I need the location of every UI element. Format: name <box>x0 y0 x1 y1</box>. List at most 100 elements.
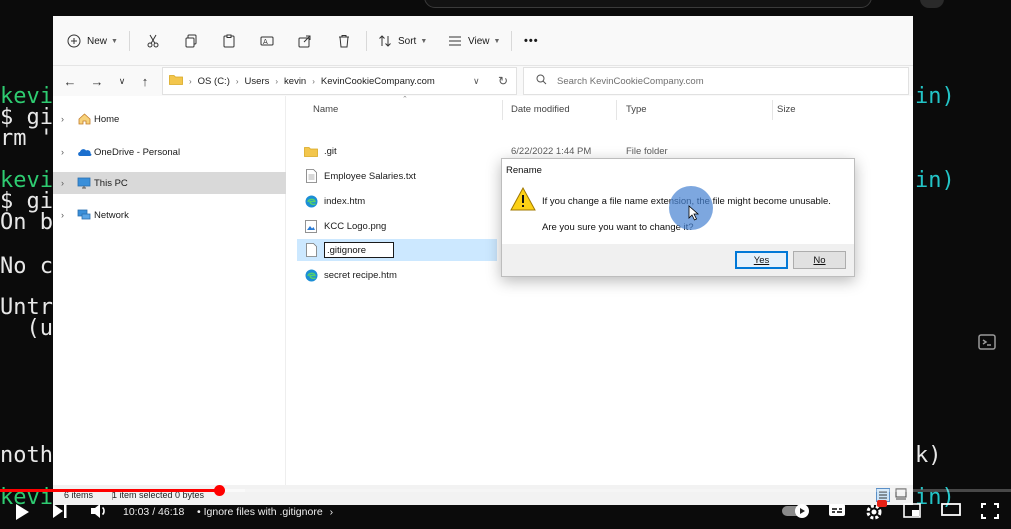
terminal-fragment: k) <box>915 443 942 468</box>
file-list: Name ⌃ Date modified Type Size .git 6/22… <box>287 96 913 485</box>
copy-icon <box>184 34 198 48</box>
recent-chevron-icon[interactable]: ∨ <box>114 73 130 89</box>
next-video-icon[interactable] <box>52 503 68 519</box>
column-divider[interactable] <box>772 100 773 120</box>
dialog-footer: Yes No <box>502 244 854 276</box>
settings-gear-icon[interactable] <box>865 500 887 521</box>
back-arrow-icon[interactable]: ← <box>62 73 78 89</box>
rename-icon: A <box>260 34 274 48</box>
plus-icon <box>67 34 81 48</box>
table-row-selected[interactable]: .gitignore <box>297 239 497 261</box>
terminal-icon[interactable] <box>974 329 1000 355</box>
expand-chevron-icon[interactable]: › <box>61 210 73 220</box>
column-divider[interactable] <box>502 100 503 120</box>
computer-icon <box>76 176 92 190</box>
column-header-type[interactable]: Type <box>626 104 647 115</box>
player-controls: 10:03 / 46:18 • Ignore files with .gitig… <box>0 495 1011 529</box>
expand-chevron-icon[interactable]: › <box>61 178 73 188</box>
search-input[interactable]: Search KevinCookieCompany.com <box>523 67 909 95</box>
chapter-title[interactable]: • Ignore files with .gitignore › <box>197 506 333 518</box>
chapter-label: • Ignore files with .gitignore <box>197 506 323 518</box>
file-name: secret recipe.htm <box>324 269 397 281</box>
search-icon <box>536 74 547 88</box>
edge-icon <box>304 268 318 282</box>
chevron-right-icon: › <box>329 506 334 518</box>
breadcrumb-item[interactable]: KevinCookieCompany.com <box>321 76 435 87</box>
breadcrumb-item[interactable]: OS (C:) <box>198 76 230 87</box>
breadcrumb-item[interactable]: Users <box>245 76 270 87</box>
share-button[interactable] <box>298 29 312 53</box>
column-header-date[interactable]: Date modified <box>511 104 570 115</box>
account-button[interactable] <box>920 0 944 8</box>
play-icon[interactable] <box>14 503 30 521</box>
miniplayer-icon[interactable] <box>903 503 921 518</box>
svg-text:A: A <box>263 38 268 46</box>
chevron-down-icon: ▼ <box>111 37 118 45</box>
new-button[interactable]: New ▼ <box>67 29 118 53</box>
navigation-pane: › Home › OneDrive - Personal › This PC ›… <box>53 96 286 485</box>
view-button[interactable]: View ▼ <box>448 29 500 53</box>
sort-icon <box>378 34 392 48</box>
address-dropdown-icon[interactable]: ∨ <box>473 76 480 87</box>
text-file-icon <box>304 169 318 183</box>
command-bar: New ▼ A Sort ▼ View ▼ ••• <box>53 16 913 66</box>
sort-ascending-icon: ⌃ <box>402 96 408 103</box>
network-icon <box>76 208 92 222</box>
nav-item-label: Home <box>94 113 120 125</box>
autoplay-toggle[interactable] <box>782 504 810 518</box>
more-options-button[interactable]: ••• <box>524 29 539 53</box>
nav-item-home[interactable]: › Home <box>53 108 286 130</box>
up-arrow-icon[interactable]: ↑ <box>137 73 153 89</box>
column-header-name[interactable]: Name <box>313 104 338 115</box>
breadcrumb-chevron-icon: › <box>189 76 192 86</box>
nav-item-network[interactable]: › Network <box>53 204 286 226</box>
rename-field[interactable]: .gitignore <box>324 242 394 258</box>
mouse-pointer-icon <box>688 205 700 226</box>
no-button[interactable]: No <box>793 251 846 269</box>
breadcrumb-item[interactable]: kevin <box>284 76 306 87</box>
yes-button[interactable]: Yes <box>735 251 788 269</box>
fullscreen-icon[interactable] <box>981 503 999 519</box>
rename-button[interactable]: A <box>260 29 274 53</box>
file-name: KCC Logo.png <box>324 220 387 232</box>
breadcrumb-chevron-icon: › <box>235 76 239 86</box>
forward-arrow-icon[interactable]: → <box>89 73 105 89</box>
folder-icon <box>169 74 183 88</box>
terminal-fragment: in) <box>915 168 955 193</box>
chevron-down-icon: ▼ <box>420 37 428 45</box>
separator <box>511 31 512 51</box>
terminal-fragment: in) <box>915 84 955 109</box>
column-divider[interactable] <box>616 100 617 120</box>
new-label: New <box>87 35 108 47</box>
expand-chevron-icon[interactable]: › <box>61 114 73 124</box>
column-header-size[interactable]: Size <box>777 104 795 115</box>
paste-button[interactable] <box>222 29 236 53</box>
cut-button[interactable] <box>146 29 160 53</box>
youtube-search-bar[interactable] <box>424 0 872 8</box>
address-bar[interactable]: › OS (C:) › Users › kevin › KevinCookieC… <box>162 67 517 95</box>
theater-mode-icon[interactable] <box>941 503 961 516</box>
nav-item-label: Network <box>94 209 129 221</box>
file-name: Employee Salaries.txt <box>324 170 416 182</box>
clipboard-icon <box>222 34 236 48</box>
delete-button[interactable] <box>337 29 351 53</box>
captions-icon[interactable] <box>828 503 846 517</box>
search-placeholder: Search KevinCookieCompany.com <box>557 75 704 87</box>
image-file-icon <box>304 219 318 233</box>
copy-button[interactable] <box>184 29 198 53</box>
nav-item-this-pc[interactable]: › This PC <box>53 172 286 194</box>
nav-item-onedrive[interactable]: › OneDrive - Personal <box>53 141 286 163</box>
warning-icon <box>510 186 536 216</box>
breadcrumb-chevron-icon: › <box>312 76 315 86</box>
view-label: View <box>468 35 490 47</box>
volume-icon[interactable] <box>90 503 108 519</box>
file-type: File folder <box>626 146 668 157</box>
sort-button[interactable]: Sort ▼ <box>378 29 427 53</box>
refresh-icon[interactable]: ↻ <box>498 74 508 88</box>
video-frame: kevi $ git rm 'i kevi $ git On br No co … <box>0 0 1011 529</box>
expand-chevron-icon[interactable]: › <box>61 147 73 157</box>
file-date: 6/22/2022 1:44 PM <box>511 146 592 157</box>
edge-icon <box>304 194 318 208</box>
folder-icon <box>304 144 318 158</box>
file-name: .git <box>324 145 337 157</box>
